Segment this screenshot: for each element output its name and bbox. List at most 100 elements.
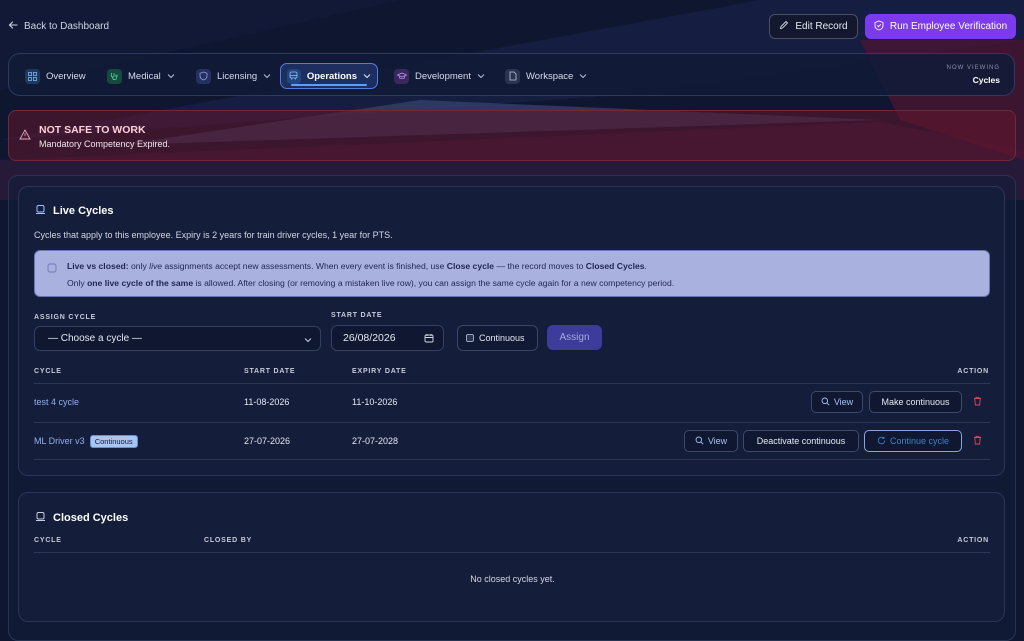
- column-header-closed-by: CLOSED BY: [204, 537, 253, 544]
- cycle-icon: [35, 204, 46, 218]
- cycle-select-value: — Choose a cycle —: [48, 333, 142, 344]
- nav-label: Operations: [306, 70, 357, 82]
- info-text: live: [149, 261, 163, 271]
- nav-item-development[interactable]: Development: [388, 63, 491, 89]
- expiry-date-cell: 11-10-2026: [352, 397, 398, 407]
- column-header-cycle: CYCLE: [34, 368, 62, 375]
- warning-icon: [19, 129, 31, 143]
- nav-item-medical[interactable]: Medical: [101, 63, 181, 89]
- column-header-action: ACTION: [957, 537, 989, 544]
- continuous-badge: Continuous: [89, 435, 138, 448]
- info-line-1: Live vs closed: only live assignments ac…: [67, 261, 647, 271]
- chevron-down-icon: [579, 71, 587, 82]
- graduation-cap-icon: [394, 68, 409, 84]
- divider: [34, 552, 990, 553]
- now-viewing-label: NOW VIEWING: [946, 65, 1000, 71]
- nav-label: Medical: [128, 70, 161, 82]
- chevron-down-icon: [167, 71, 175, 82]
- arrow-left-icon: [8, 20, 18, 33]
- continue-cycle-label: Continue cycle: [889, 436, 950, 446]
- active-tab-indicator: [291, 84, 367, 86]
- start-date-value: 26/08/2026: [343, 332, 396, 344]
- view-button[interactable]: View: [684, 430, 738, 452]
- run-verification-button[interactable]: Run Employee Verification: [865, 14, 1016, 39]
- trash-icon[interactable]: [973, 396, 982, 409]
- info-text: Live vs closed:: [67, 261, 129, 271]
- live-cycles-card: Live Cycles Cycles that apply to this em…: [18, 186, 1005, 476]
- trash-icon[interactable]: [973, 435, 982, 448]
- cycle-select[interactable]: — Choose a cycle —: [34, 326, 321, 351]
- view-label: View: [833, 397, 854, 407]
- info-text: — the record moves to: [494, 261, 586, 271]
- nav-item-operations[interactable]: Operations: [280, 63, 378, 89]
- empty-state: No closed cycles yet.: [470, 574, 555, 584]
- start-date-label: START DATE: [331, 312, 383, 319]
- column-header-action: ACTION: [957, 368, 989, 375]
- start-date-cell: 11-08-2026: [244, 397, 290, 407]
- closed-cycles-title: Closed Cycles: [53, 512, 129, 524]
- alert-message: Mandatory Competency Expired.: [39, 139, 171, 149]
- cycle-name: ML Driver v3: [34, 436, 85, 446]
- back-to-dashboard-link[interactable]: Back to Dashboard: [8, 20, 109, 33]
- continue-cycle-button[interactable]: Continue cycle: [864, 430, 962, 452]
- divider: [34, 459, 990, 460]
- nav-item-workspace[interactable]: Workspace: [499, 63, 593, 89]
- info-text: .: [644, 261, 647, 271]
- info-line-2: Only one live cycle of the same is allow…: [67, 278, 674, 288]
- calendar-icon[interactable]: [424, 333, 434, 346]
- run-verification-label: Run Employee Verification: [889, 21, 1008, 32]
- closed-cycles-heading: Closed Cycles: [35, 511, 128, 525]
- cycle-icon: [35, 511, 46, 525]
- view-button[interactable]: View: [811, 391, 863, 413]
- grid-icon: [25, 68, 40, 84]
- shield-icon: [196, 68, 211, 84]
- cycle-name-link[interactable]: test 4 cycle: [34, 397, 79, 407]
- pencil-icon: [779, 20, 789, 33]
- column-header-expiry-date: EXPIRY DATE: [352, 368, 407, 375]
- info-text: assignments accept new assessments. When…: [162, 261, 447, 271]
- divider: [34, 383, 990, 384]
- nav-label: Workspace: [526, 70, 574, 82]
- info-text: Only: [67, 278, 88, 288]
- start-date-input[interactable]: 26/08/2026: [331, 325, 444, 351]
- chevron-down-icon: [477, 71, 485, 82]
- chevron-down-icon: [304, 335, 312, 346]
- now-viewing: NOW VIEWING Cycles: [947, 65, 1000, 85]
- top-bar: Back to Dashboard Edit Record Run Employ…: [0, 0, 1024, 52]
- refresh-icon: [877, 436, 886, 447]
- deactivate-continuous-button[interactable]: Deactivate continuous: [743, 430, 859, 452]
- assign-button[interactable]: Assign: [547, 325, 602, 350]
- info-text: one live cycle of the same: [87, 278, 194, 288]
- info-text: only: [128, 261, 150, 271]
- checkbox-box[interactable]: [466, 334, 474, 342]
- continuous-checkbox[interactable]: Continuous: [457, 325, 538, 351]
- start-date-cell: 27-07-2026: [244, 436, 291, 446]
- search-icon: [821, 397, 830, 408]
- nav-item-overview[interactable]: Overview: [19, 63, 92, 89]
- alert-title: NOT SAFE TO WORK: [39, 124, 146, 136]
- edit-record-button[interactable]: Edit Record: [769, 14, 858, 39]
- info-icon: [47, 263, 57, 275]
- file-icon: [505, 68, 520, 84]
- live-cycles-description: Cycles that apply to this employee. Expi…: [34, 230, 393, 240]
- info-text: Close cycle: [446, 261, 495, 271]
- nav-label: Licensing: [217, 70, 258, 82]
- nav-label: Overview: [46, 70, 86, 82]
- make-continuous-button[interactable]: Make continuous: [869, 391, 962, 413]
- chevron-down-icon: [363, 71, 371, 82]
- cycle-name-link[interactable]: ML Driver v3 Continuous: [34, 435, 138, 448]
- stethoscope-icon: [107, 68, 122, 84]
- divider: [34, 422, 990, 423]
- not-safe-alert: NOT SAFE TO WORK Mandatory Competency Ex…: [8, 110, 1016, 161]
- live-cycles-heading: Live Cycles: [35, 204, 114, 218]
- now-viewing-value: Cycles: [972, 75, 1000, 85]
- nav-item-licensing[interactable]: Licensing: [190, 63, 277, 89]
- assign-cycle-label: ASSIGN CYCLE: [34, 314, 97, 321]
- nav-label: Development: [415, 70, 471, 82]
- column-header-cycle: CYCLE: [34, 537, 62, 544]
- view-label: View: [707, 436, 728, 446]
- live-vs-closed-info: Live vs closed: only live assignments ac…: [34, 250, 990, 297]
- live-cycles-title: Live Cycles: [53, 205, 114, 217]
- back-label: Back to Dashboard: [24, 21, 110, 32]
- shield-check-icon: [874, 20, 884, 34]
